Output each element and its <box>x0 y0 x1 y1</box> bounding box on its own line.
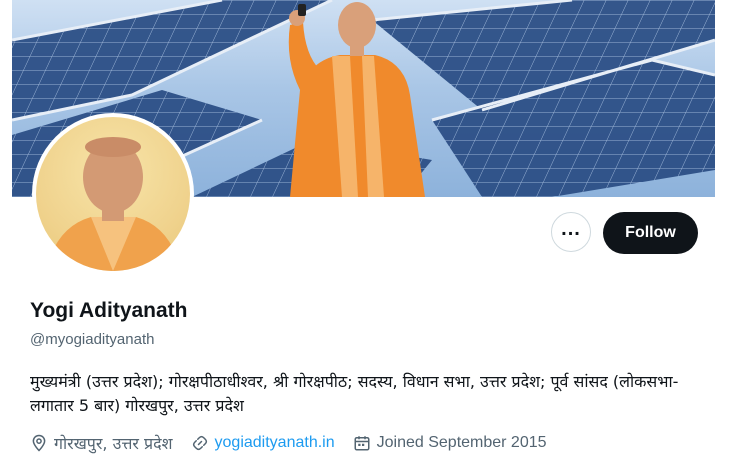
profile-meta-row: गोरखपुर, उत्तर प्रदेश yogiadityanath.in … <box>30 432 565 454</box>
avatar-photo <box>36 117 190 271</box>
more-options-icon: ... <box>561 218 581 240</box>
more-options-button[interactable]: ... <box>551 212 591 252</box>
website-link[interactable]: yogiadityanath.in <box>215 434 335 452</box>
profile-handle: @myogiadityanath <box>30 331 155 348</box>
profile-joined: Joined September 2015 <box>353 434 547 452</box>
profile-name: Yogi Adityanath <box>30 299 188 322</box>
banner-person-figure <box>288 2 425 197</box>
profile-avatar[interactable] <box>32 113 194 275</box>
profile-website[interactable]: yogiadityanath.in <box>191 434 335 452</box>
profile-location: गोरखपुर, उत्तर प्रदेश <box>30 432 173 454</box>
link-icon <box>192 435 207 451</box>
follow-button[interactable]: Follow <box>603 212 698 254</box>
calendar-icon <box>354 436 370 451</box>
location-text: गोरखपुर, उत्तर प्रदेश <box>54 434 173 453</box>
profile-bio: मुख्यमंत्री (उत्तर प्रदेश); गोरक्षपीठाधी… <box>30 372 679 415</box>
joined-date: Joined September 2015 <box>376 434 547 451</box>
location-pin-icon <box>32 434 46 452</box>
